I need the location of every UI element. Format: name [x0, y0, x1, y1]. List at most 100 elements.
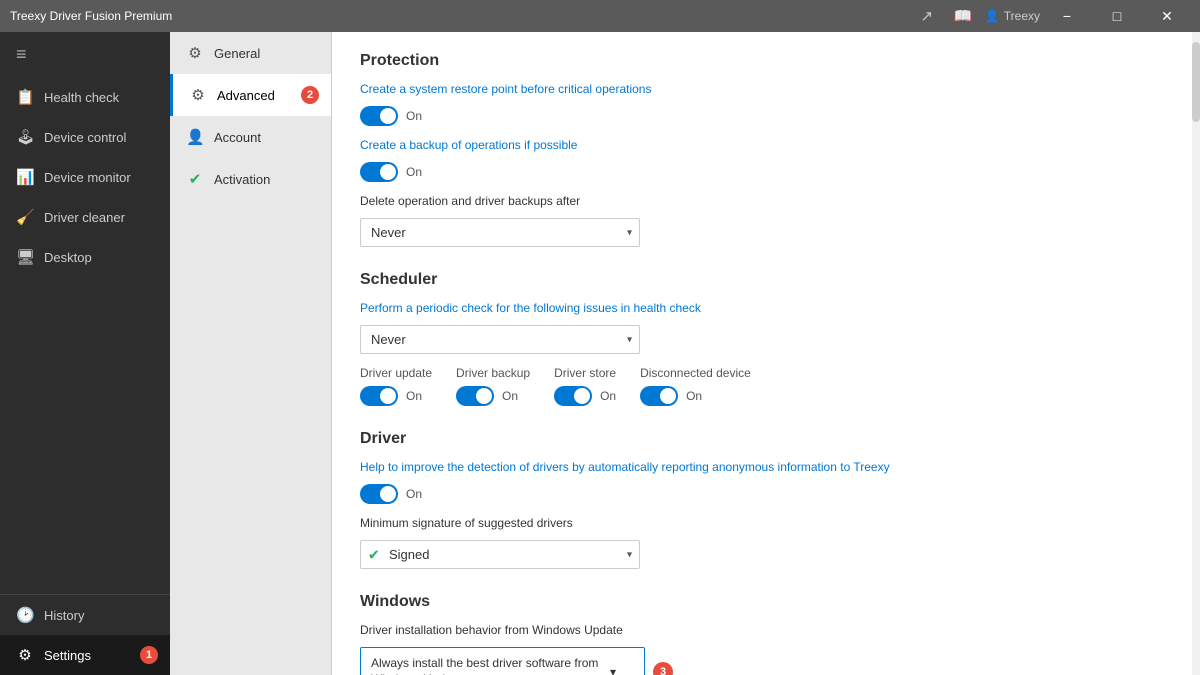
- windows-title: Windows: [360, 593, 1172, 611]
- windows-dropdown-value: Always install the best driver software …: [371, 656, 610, 675]
- sidebar-item-device-monitor[interactable]: 📊 Device monitor: [0, 157, 170, 197]
- settings-icon: ⚙: [16, 646, 34, 664]
- driver-update-toggle-row: On: [360, 386, 432, 406]
- sidebar-item-desktop[interactable]: 🖥 Desktop: [0, 237, 170, 277]
- windows-install-row: Driver installation behavior from Window…: [360, 623, 1172, 675]
- backup-label: Create a backup of operations if possibl…: [360, 138, 1172, 152]
- mid-item-general[interactable]: ⚙ General: [170, 32, 331, 74]
- delete-dropdown[interactable]: Never 1 week 1 month 3 months 6 months 1…: [360, 218, 640, 247]
- backup-state: On: [406, 165, 422, 179]
- periodic-row: Perform a periodic check for the followi…: [360, 301, 1172, 354]
- scheduler-driver-store-label: Driver store: [554, 366, 616, 380]
- close-button[interactable]: ✕: [1144, 0, 1190, 32]
- scrollbar-thumb[interactable]: [1192, 42, 1200, 122]
- history-icon: 🕑: [16, 606, 34, 624]
- sidebar-item-device-control[interactable]: 🕹 Device control: [0, 117, 170, 157]
- advanced-badge: 2: [301, 86, 319, 104]
- restore-state: On: [406, 109, 422, 123]
- settings-badge: 1: [140, 646, 158, 664]
- driver-section: Driver Help to improve the detection of …: [360, 430, 1172, 569]
- scheduler-driver-backup-label: Driver backup: [456, 366, 530, 380]
- device-monitor-icon: 📊: [16, 168, 34, 186]
- maximize-button[interactable]: □: [1094, 0, 1140, 32]
- sidebar-item-settings[interactable]: ⚙ Settings 1: [0, 635, 170, 675]
- mid-label-advanced: Advanced: [217, 88, 275, 103]
- driver-state: On: [406, 487, 422, 501]
- general-icon: ⚙: [186, 44, 204, 62]
- signature-row: Minimum signature of suggested drivers S…: [360, 516, 1172, 569]
- titlebar-actions: ↗ 📖 👤 Treexy: [913, 2, 1040, 30]
- mid-item-account[interactable]: 👤 Account: [170, 116, 331, 158]
- restore-toggle[interactable]: [360, 106, 398, 126]
- driver-toggle-row: On: [360, 484, 1172, 504]
- disconnected-state: On: [686, 389, 702, 403]
- restore-toggle-row: On: [360, 106, 1172, 126]
- backup-toggle[interactable]: [360, 162, 398, 182]
- app-title: Treexy Driver Fusion Premium: [10, 9, 172, 23]
- app-body: ≡ 📋 Health check 🕹 Device control 📊 Devi…: [0, 32, 1200, 675]
- scheduler-section: Scheduler Perform a periodic check for t…: [360, 271, 1172, 406]
- scheduler-driver-update: Driver update On: [360, 366, 432, 406]
- sidebar-label-driver-cleaner: Driver cleaner: [44, 210, 125, 225]
- disconnected-toggle-row: On: [640, 386, 751, 406]
- driver-toggle[interactable]: [360, 484, 398, 504]
- health-check-icon: 📋: [16, 88, 34, 106]
- driver-store-toggle[interactable]: [554, 386, 592, 406]
- sidebar-label-device-monitor: Device monitor: [44, 170, 131, 185]
- signature-dropdown[interactable]: Signed Any: [360, 540, 640, 569]
- scrollbar-track: [1192, 32, 1200, 675]
- user-section: 👤 Treexy: [985, 9, 1040, 23]
- driver-title: Driver: [360, 430, 1172, 448]
- scheduler-disconnected-label: Disconnected device: [640, 366, 751, 380]
- driver-help-row: Help to improve the detection of drivers…: [360, 460, 1172, 504]
- mid-item-advanced[interactable]: ⚙ Advanced 2: [170, 74, 331, 116]
- advanced-icon: ⚙: [189, 86, 207, 104]
- share-icon[interactable]: ↗: [913, 2, 941, 30]
- scheduler-driver-update-label: Driver update: [360, 366, 432, 380]
- scheduler-items-row: Driver update On Driver backup On Driver…: [360, 366, 1172, 406]
- activation-icon: ✔: [186, 170, 204, 188]
- minimize-button[interactable]: −: [1044, 0, 1090, 32]
- desktop-icon: 🖥: [16, 248, 34, 266]
- mid-item-activation[interactable]: ✔ Activation: [170, 158, 331, 200]
- backup-row: Create a backup of operations if possibl…: [360, 138, 1172, 182]
- sidebar-item-driver-cleaner[interactable]: 🧹 Driver cleaner: [0, 197, 170, 237]
- mid-label-activation: Activation: [214, 172, 270, 187]
- user-icon: 👤: [985, 9, 1000, 23]
- delete-row: Delete operation and driver backups afte…: [360, 194, 1172, 247]
- sidebar-label-settings: Settings: [44, 648, 91, 663]
- protection-title: Protection: [360, 52, 1172, 70]
- delete-dropdown-wrap: Never 1 week 1 month 3 months 6 months 1…: [360, 218, 640, 247]
- sidebar-item-health-check[interactable]: 📋 Health check: [0, 77, 170, 117]
- driver-backup-toggle-row: On: [456, 386, 530, 406]
- sidebar-label-health-check: Health check: [44, 90, 119, 105]
- periodic-label: Perform a periodic check for the followi…: [360, 301, 1172, 315]
- device-control-icon: 🕹: [16, 128, 34, 146]
- account-icon: 👤: [186, 128, 204, 146]
- scheduler-disconnected-device: Disconnected device On: [640, 366, 751, 406]
- driver-cleaner-icon: 🧹: [16, 208, 34, 226]
- windows-dropdown-container: Always install the best driver software …: [360, 647, 645, 675]
- windows-dropdown-button[interactable]: Always install the best driver software …: [360, 647, 645, 675]
- scheduler-driver-store: Driver store On: [554, 366, 616, 406]
- hamburger-icon[interactable]: ≡: [0, 32, 170, 77]
- main-content: Protection Create a system restore point…: [332, 32, 1200, 675]
- mid-label-account: Account: [214, 130, 261, 145]
- titlebar-right: ↗ 📖 👤 Treexy − □ ✕: [913, 0, 1190, 32]
- restore-row: Create a system restore point before cri…: [360, 82, 1172, 126]
- periodic-dropdown[interactable]: Never Daily Weekly Monthly: [360, 325, 640, 354]
- scheduler-driver-backup: Driver backup On: [456, 366, 530, 406]
- sidebar-item-history[interactable]: 🕑 History: [0, 595, 170, 635]
- driver-help-label: Help to improve the detection of drivers…: [360, 460, 1172, 474]
- driver-update-toggle[interactable]: [360, 386, 398, 406]
- disconnected-toggle[interactable]: [640, 386, 678, 406]
- driver-update-state: On: [406, 389, 422, 403]
- signature-label: Minimum signature of suggested drivers: [360, 516, 1172, 530]
- driver-backup-toggle[interactable]: [456, 386, 494, 406]
- signature-dropdown-wrap: Signed Any ✔ ▾: [360, 540, 640, 569]
- windows-section: Windows Driver installation behavior fro…: [360, 593, 1172, 675]
- bookmark-icon[interactable]: 📖: [949, 2, 977, 30]
- delete-label: Delete operation and driver backups afte…: [360, 194, 1172, 208]
- scheduler-title: Scheduler: [360, 271, 1172, 289]
- driver-store-state: On: [600, 389, 616, 403]
